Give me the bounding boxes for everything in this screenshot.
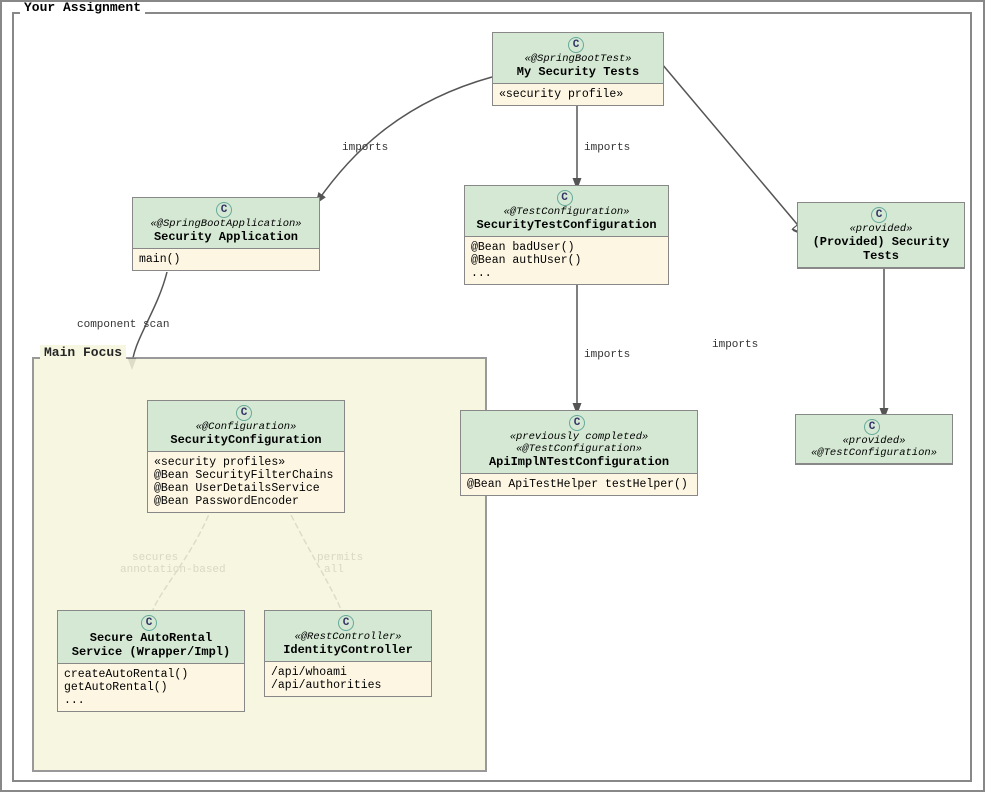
- api-impl-n-test-config-body: @Bean ApiTestHelper testHelper(): [461, 474, 697, 495]
- c-badge-secapp: C: [216, 202, 232, 218]
- provided-test-config-header: C «provided» «@TestConfiguration»: [796, 415, 952, 464]
- provided-security-tests-stereotype: «provided»: [804, 223, 958, 235]
- security-configuration-stereotype: «@Configuration»: [154, 421, 338, 433]
- api-impl-n-test-config-header: C «previously completed» «@TestConfigura…: [461, 411, 697, 474]
- c-badge-mysecuritytests: C: [568, 37, 584, 53]
- security-application-class[interactable]: C «@SpringBootApplication» Security Appl…: [132, 197, 320, 271]
- provided-security-tests-header: C «provided» (Provided) Security Tests: [798, 203, 964, 268]
- identity-controller-name: IdentityController: [271, 643, 425, 657]
- security-test-config-body: @Bean badUser()@Bean authUser()...: [465, 237, 668, 284]
- my-security-tests-header: C «@SpringBootTest» My Security Tests: [493, 33, 663, 84]
- security-test-config-name: SecurityTestConfiguration: [471, 218, 662, 232]
- c-badge-stc: C: [557, 190, 573, 206]
- main-canvas: Your Assignment imports imports: [0, 0, 985, 792]
- main-focus-label: Main Focus: [40, 345, 126, 360]
- api-impl-n-test-config-name: ApiImplNTestConfiguration: [467, 455, 691, 469]
- provided-test-config-stereotype2: «@TestConfiguration»: [802, 447, 946, 459]
- secure-auto-rental-service-class[interactable]: C Secure AutoRentalService (Wrapper/Impl…: [57, 610, 245, 712]
- security-application-header: C «@SpringBootApplication» Security Appl…: [133, 198, 319, 249]
- secure-auto-rental-body: createAutoRental()getAutoRental()...: [58, 664, 244, 711]
- identity-controller-header: C «@RestController» IdentityController: [265, 611, 431, 662]
- provided-test-config-class[interactable]: C «provided» «@TestConfiguration»: [795, 414, 953, 465]
- identity-controller-class[interactable]: C «@RestController» IdentityController /…: [264, 610, 432, 697]
- secure-auto-rental-name: Secure AutoRentalService (Wrapper/Impl): [64, 631, 238, 659]
- provided-security-tests-name: (Provided) Security Tests: [804, 235, 958, 263]
- my-security-tests-name: My Security Tests: [499, 65, 657, 79]
- security-application-body: main(): [133, 249, 319, 270]
- security-configuration-class[interactable]: C «@Configuration» SecurityConfiguration…: [147, 400, 345, 513]
- my-security-tests-body: «security profile»: [493, 84, 663, 105]
- api-impl-n-test-config-stereotype2: «@TestConfiguration»: [467, 443, 691, 455]
- api-impl-n-test-config-stereotype1: «previously completed»: [467, 431, 691, 443]
- security-application-name: Security Application: [139, 230, 313, 244]
- security-test-config-class[interactable]: C «@TestConfiguration» SecurityTestConfi…: [464, 185, 669, 285]
- identity-controller-body: /api/whoami/api/authorities: [265, 662, 431, 696]
- security-application-stereotype: «@SpringBootApplication»: [139, 218, 313, 230]
- c-badge-sc: C: [236, 405, 252, 421]
- my-security-tests-class[interactable]: C «@SpringBootTest» My Security Tests «s…: [492, 32, 664, 106]
- identity-controller-stereotype: «@RestController»: [271, 631, 425, 643]
- provided-security-tests-class[interactable]: C «provided» (Provided) Security Tests: [797, 202, 965, 269]
- my-security-tests-stereotype: «@SpringBootTest»: [499, 53, 657, 65]
- your-assignment-label: Your Assignment: [20, 0, 145, 15]
- provided-test-config-stereotype1: «provided»: [802, 435, 946, 447]
- c-badge-pst: C: [871, 207, 887, 223]
- api-impl-n-test-config-class[interactable]: C «previously completed» «@TestConfigura…: [460, 410, 698, 496]
- secure-auto-rental-header: C Secure AutoRentalService (Wrapper/Impl…: [58, 611, 244, 664]
- security-test-config-header: C «@TestConfiguration» SecurityTestConfi…: [465, 186, 668, 237]
- c-badge-ptc: C: [864, 419, 880, 435]
- security-configuration-name: SecurityConfiguration: [154, 433, 338, 447]
- security-configuration-header: C «@Configuration» SecurityConfiguration: [148, 401, 344, 452]
- c-badge-aintc: C: [569, 415, 585, 431]
- security-configuration-body: «security profiles» @Bean SecurityFilter…: [148, 452, 344, 512]
- c-badge-sars: C: [141, 615, 157, 631]
- my-security-tests-body-text: «security profile»: [499, 88, 623, 101]
- c-badge-ic: C: [338, 615, 354, 631]
- security-test-config-stereotype: «@TestConfiguration»: [471, 206, 662, 218]
